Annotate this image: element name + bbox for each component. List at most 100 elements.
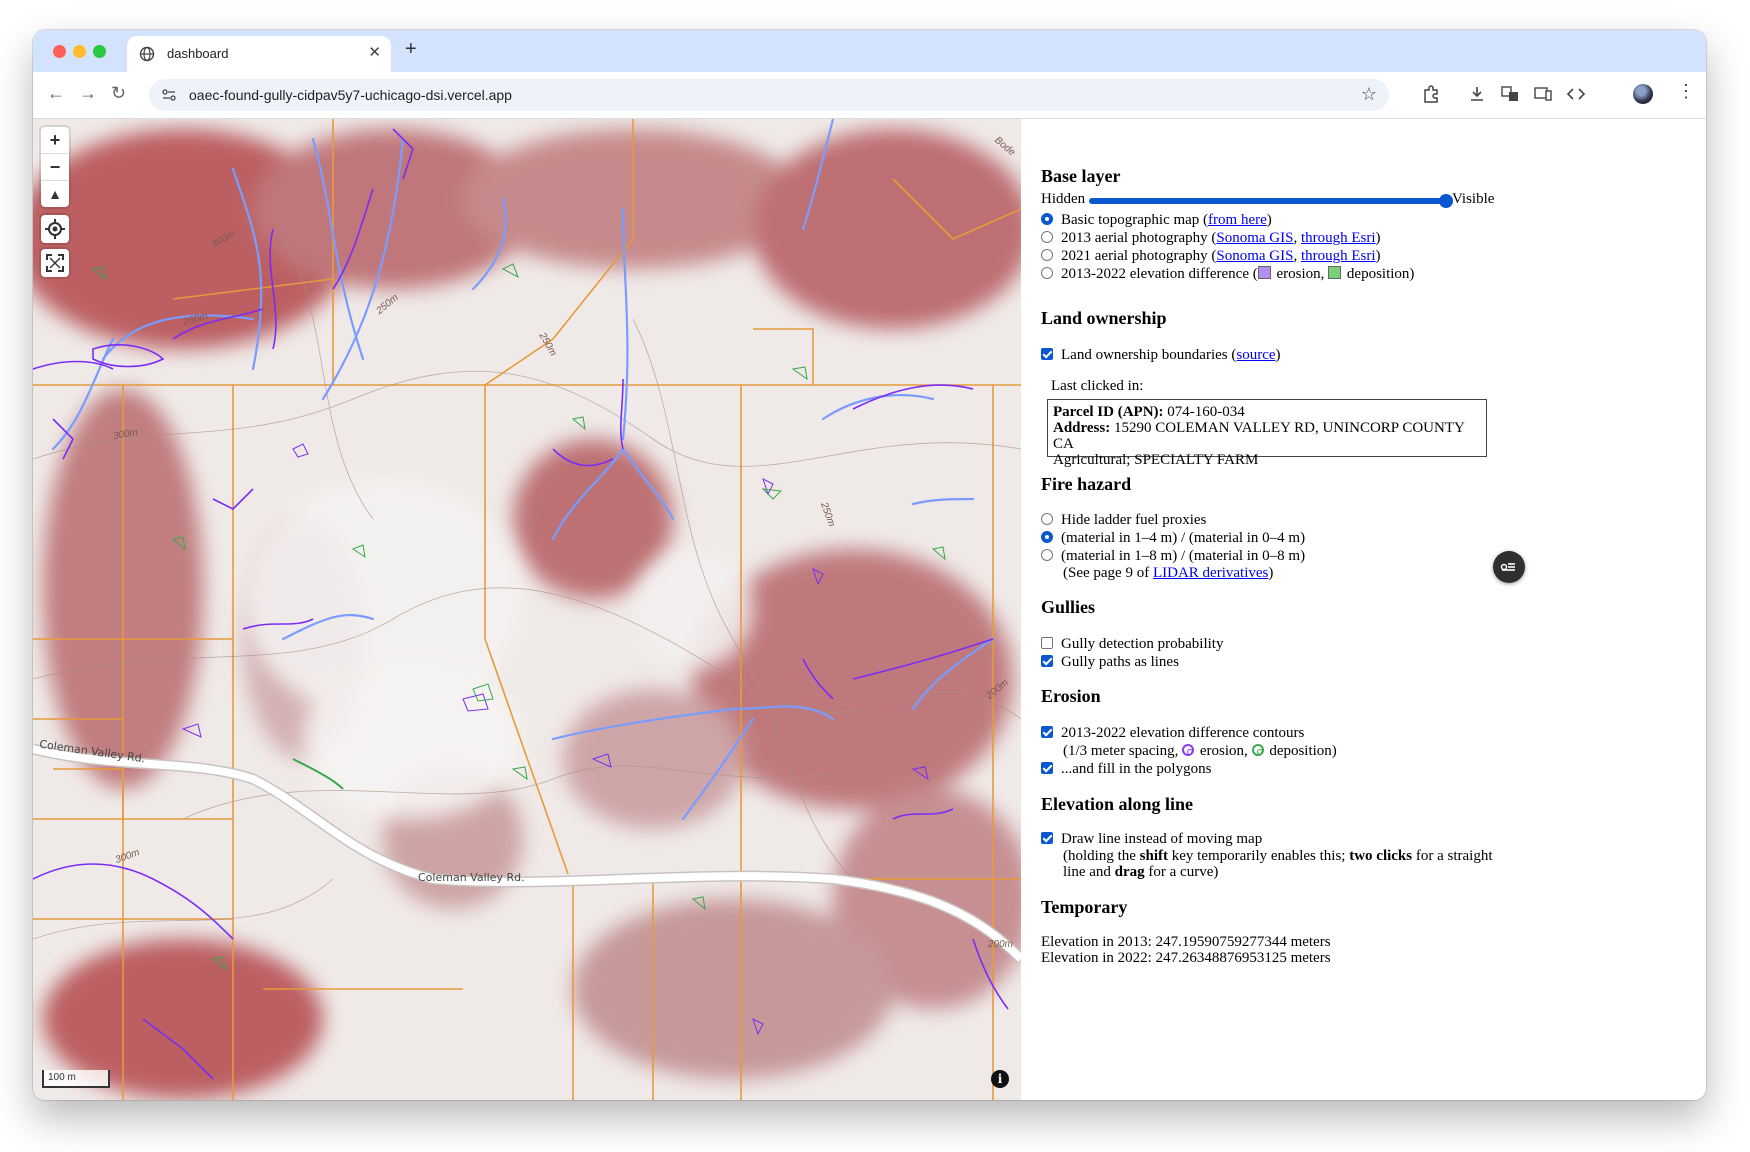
checkbox[interactable] — [1041, 348, 1053, 360]
profile-avatar[interactable] — [1633, 84, 1653, 104]
map-canvas[interactable] — [33, 119, 1021, 1100]
option-label: 2021 aerial photography ( — [1061, 248, 1217, 264]
radio-button[interactable] — [1041, 549, 1053, 561]
road-label: Coleman Valley Rd. — [418, 871, 525, 884]
tab-title: dashboard — [167, 46, 229, 61]
attribution-info-button[interactable]: i — [991, 1070, 1009, 1088]
heading-elevation-along-line: Elevation along line — [1041, 794, 1194, 814]
deposition-ring-icon — [1251, 744, 1264, 756]
radio-topographic[interactable]: Basic topographic map (from here) — [1041, 211, 1272, 229]
address-bar[interactable]: oaec-found-gully-cidpav5y7-uchicago-dsi.… — [149, 79, 1389, 111]
checkbox[interactable] — [1041, 637, 1053, 649]
note-bold-drag: drag — [1114, 864, 1145, 880]
scale-bar: 100 m — [42, 1070, 110, 1088]
checkbox-gully-lines[interactable]: Gully paths as lines — [1041, 653, 1179, 671]
parcel-id-label: Parcel ID (APN): — [1053, 404, 1164, 420]
link-sonoma-gis[interactable]: Sonoma GIS — [1216, 248, 1293, 264]
heading-erosion: Erosion — [1041, 686, 1101, 706]
heading-gullies: Gullies — [1041, 597, 1096, 617]
option-label: 2013-2022 elevation difference ( — [1061, 266, 1258, 282]
compass-reset-button[interactable]: ▲ — [41, 181, 69, 207]
link-source[interactable]: source — [1236, 347, 1275, 363]
slider-track[interactable] — [1089, 198, 1445, 204]
forward-button[interactable]: → — [79, 83, 97, 104]
checkbox-land-ownership[interactable]: Land ownership boundaries (source) — [1041, 346, 1281, 364]
checkbox[interactable] — [1041, 762, 1053, 774]
radio-hide-ladder-fuel[interactable]: Hide ladder fuel proxies — [1041, 511, 1206, 529]
link-through-esri[interactable]: through Esri — [1301, 248, 1376, 264]
checkbox-gully-probability[interactable]: Gully detection probability — [1041, 635, 1223, 653]
radio-button[interactable] — [1041, 531, 1053, 543]
radio-button[interactable] — [1041, 267, 1053, 279]
reload-button[interactable]: ↻ — [111, 83, 126, 104]
radio-button[interactable] — [1041, 231, 1053, 243]
last-clicked-label: Last clicked in: — [1051, 378, 1144, 394]
checkbox-label: Gully paths as lines — [1061, 654, 1179, 670]
radio-ladder-1-8[interactable]: (material in 1–8 m) / (material in 0–8 m… — [1041, 547, 1305, 565]
checkbox-label: 2013-2022 elevation difference contours — [1061, 725, 1305, 741]
link-through-esri[interactable]: through Esri — [1301, 230, 1376, 246]
radio-aerial-2013[interactable]: 2013 aerial photography (Sonoma GIS, thr… — [1041, 229, 1381, 247]
radio-aerial-2021[interactable]: 2021 aerial photography (Sonoma GIS, thr… — [1041, 247, 1381, 265]
parcel-id-value: 074-160-034 — [1163, 404, 1245, 420]
option-label-end: ) — [1375, 230, 1381, 246]
zoom-window-button[interactable] — [93, 45, 106, 58]
close-tab-icon[interactable]: ✕ — [368, 43, 381, 61]
browser-toolbar: ← → ↻ oaec-found-gully-cidpav5y7-uchicag… — [33, 72, 1706, 119]
map-view[interactable]: Coleman Valley Rd. Coleman Valley Rd. 30… — [33, 119, 1021, 1100]
close-window-button[interactable] — [53, 45, 66, 58]
radio-button[interactable] — [1041, 213, 1053, 225]
erosion-swatch — [1257, 266, 1271, 279]
checkbox-label: ...and fill in the polygons — [1061, 761, 1212, 777]
site-settings-icon[interactable] — [161, 87, 177, 103]
radio-ladder-1-4[interactable]: (material in 1–4 m) / (material in 0–4 m… — [1041, 529, 1305, 547]
geolocate-button[interactable] — [41, 215, 69, 243]
checkbox-label: Land ownership boundaries ( — [1061, 347, 1237, 363]
new-tab-button[interactable]: + — [405, 38, 417, 61]
note-text: (holding the — [1063, 848, 1140, 864]
checkbox-elevation-contours[interactable]: 2013-2022 elevation difference contours — [1041, 724, 1304, 742]
minimize-window-button[interactable] — [73, 45, 86, 58]
radio-button[interactable] — [1041, 513, 1053, 525]
link-lidar-derivatives[interactable]: LIDAR derivatives — [1153, 565, 1268, 581]
download-icon[interactable] — [1467, 84, 1487, 104]
checkbox-draw-line[interactable]: Draw line instead of moving map — [1041, 830, 1262, 848]
note-text: (1/3 meter spacing, — [1063, 743, 1179, 759]
browser-window: dashboard ✕ + ← → ↻ oaec-found-gully-cid… — [33, 30, 1706, 1100]
fullscreen-button[interactable] — [41, 249, 69, 277]
checkbox[interactable] — [1041, 832, 1053, 844]
device-toolbar-icon[interactable] — [1533, 84, 1553, 104]
deposition-swatch — [1328, 266, 1342, 279]
deposition-label: deposition) — [1346, 266, 1415, 282]
url-text[interactable]: oaec-found-gully-cidpav5y7-uchicago-dsi.… — [189, 87, 512, 103]
heading-temporary: Temporary — [1041, 897, 1128, 917]
note-text-end: ) — [1268, 565, 1274, 581]
slider-thumb[interactable] — [1439, 194, 1453, 208]
link-sonoma-gis[interactable]: Sonoma GIS — [1216, 230, 1293, 246]
globe-icon — [139, 46, 155, 62]
locate-icon — [45, 219, 65, 239]
checkbox[interactable] — [1041, 655, 1053, 667]
back-button[interactable]: ← — [47, 83, 65, 104]
devtools-code-icon[interactable] — [1566, 84, 1586, 104]
checkbox[interactable] — [1041, 726, 1053, 738]
base-layer-opacity-slider[interactable]: Hidden Visible — [1041, 191, 1701, 211]
contour-label: 200m — [988, 939, 1014, 950]
bookmark-star-icon[interactable]: ☆ — [1361, 84, 1377, 105]
floating-menu-button[interactable] — [1493, 551, 1525, 583]
link-from-here[interactable]: from here — [1208, 212, 1267, 228]
zoom-out-button[interactable]: − — [41, 154, 69, 181]
heading-fire-hazard: Fire hazard — [1041, 474, 1132, 494]
radio-button[interactable] — [1041, 249, 1053, 261]
extensions-icon[interactable] — [1421, 84, 1441, 104]
zoom-in-button[interactable]: + — [41, 127, 69, 154]
browser-menu-icon[interactable]: ⋮ — [1677, 81, 1695, 102]
radio-elevation-difference[interactable]: 2013-2022 elevation difference ( erosion… — [1041, 265, 1414, 283]
translate-icon[interactable] — [1500, 84, 1520, 104]
heading-base-layer: Base layer — [1041, 166, 1121, 186]
tab-dashboard[interactable]: dashboard ✕ — [127, 36, 391, 72]
parcel-info-box: Parcel ID (APN): 074-160-034 Address: 15… — [1047, 399, 1487, 468]
address-label: Address: — [1053, 420, 1111, 436]
tab-strip: dashboard ✕ + — [33, 30, 1706, 72]
checkbox-fill-polygons[interactable]: ...and fill in the polygons — [1041, 760, 1211, 778]
